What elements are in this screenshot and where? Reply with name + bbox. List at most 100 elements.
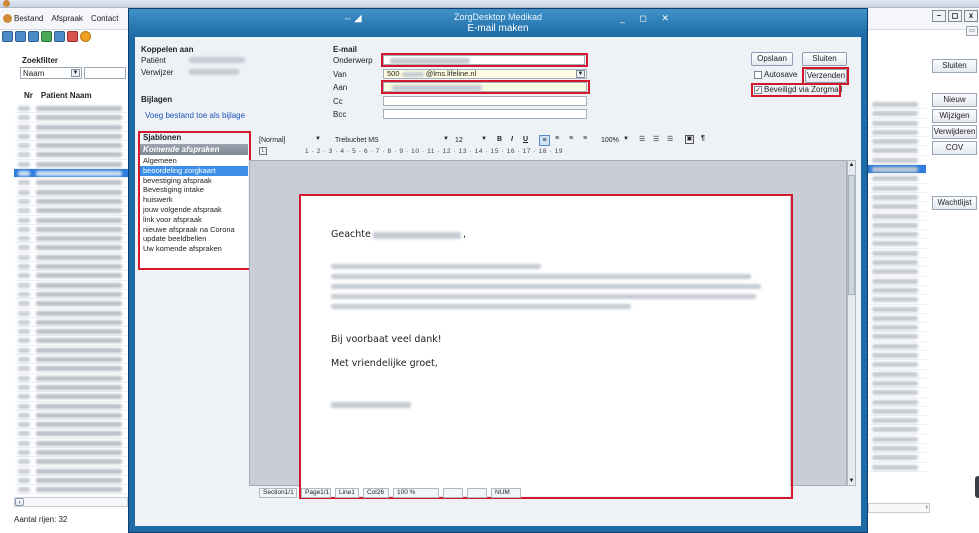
- table-row[interactable]: [14, 290, 128, 300]
- wachtlijst-button[interactable]: Wachtlijst: [932, 196, 977, 210]
- list-item[interactable]: [868, 109, 926, 119]
- restore-icon[interactable]: ▭: [966, 26, 978, 36]
- opslaan-button[interactable]: Opslaan: [751, 52, 793, 66]
- table-row[interactable]: [14, 485, 128, 495]
- zoom-select[interactable]: 100%: [601, 137, 619, 144]
- table-row[interactable]: [14, 318, 128, 328]
- list-item[interactable]: [868, 277, 926, 286]
- list-item[interactable]: [868, 202, 926, 212]
- table-row[interactable]: [14, 402, 128, 411]
- font-select[interactable]: Trebuchet MS: [335, 137, 379, 144]
- table-row[interactable]: [14, 374, 128, 383]
- table-row[interactable]: [14, 216, 128, 225]
- calendar-icon[interactable]: [28, 31, 39, 42]
- patient-list-hscroll[interactable]: ‹: [14, 497, 128, 507]
- list-item[interactable]: [868, 286, 926, 296]
- bcc-field[interactable]: [383, 109, 587, 119]
- list-item[interactable]: [868, 239, 926, 249]
- table-row[interactable]: [14, 243, 128, 253]
- template-item[interactable]: nieuwe afspraak na Corona: [140, 225, 248, 235]
- table-row[interactable]: [14, 299, 128, 309]
- list-item[interactable]: [868, 305, 926, 314]
- list-item[interactable]: [868, 295, 926, 305]
- mail-icon[interactable]: [67, 31, 78, 42]
- table-row[interactable]: [14, 364, 128, 374]
- list-item[interactable]: [868, 174, 926, 184]
- template-item[interactable]: beoordeling zorgkaart: [140, 165, 248, 176]
- tab-stop-icon[interactable]: L: [259, 147, 267, 155]
- indent-icon[interactable]: ☰: [667, 135, 673, 143]
- nieuw-button[interactable]: Nieuw: [932, 93, 977, 107]
- table-row[interactable]: [14, 420, 128, 430]
- table-row[interactable]: [14, 253, 128, 263]
- list-item[interactable]: [868, 146, 926, 156]
- onderwerp-field[interactable]: [383, 55, 585, 65]
- table-row[interactable]: [14, 309, 128, 318]
- aan-field[interactable]: [383, 82, 587, 92]
- table-row[interactable]: [14, 188, 128, 197]
- bg-sluiten-button[interactable]: Sluiten: [932, 59, 977, 73]
- bold-icon[interactable]: B: [497, 136, 502, 143]
- table-row[interactable]: [14, 206, 128, 216]
- list-item[interactable]: [868, 360, 926, 370]
- table-row[interactable]: [14, 392, 128, 402]
- list-item[interactable]: [868, 221, 926, 231]
- chevron-down-icon[interactable]: ▼: [576, 70, 585, 78]
- template-item[interactable]: bevestiging afspraak: [140, 176, 248, 186]
- list-item[interactable]: [868, 332, 926, 342]
- add-attachment-link[interactable]: Voeg bestand toe als bijlage: [145, 111, 245, 120]
- list-item[interactable]: [868, 156, 926, 166]
- list-item[interactable]: [868, 100, 926, 110]
- cc-field[interactable]: [383, 96, 587, 106]
- close-button[interactable]: x: [964, 10, 978, 22]
- list-item[interactable]: [868, 137, 926, 147]
- table-row[interactable]: [14, 141, 128, 151]
- table-row[interactable]: [14, 448, 128, 458]
- paragraph-icon[interactable]: ¶: [701, 135, 705, 142]
- table-row[interactable]: [14, 271, 128, 281]
- template-item[interactable]: Algemeen: [140, 156, 248, 166]
- menu-bestand[interactable]: Bestand: [14, 14, 43, 23]
- list-item[interactable]: [868, 370, 926, 379]
- table-row[interactable]: [14, 346, 128, 356]
- dialog-window-controls[interactable]: _ ◻ ✕: [620, 13, 675, 24]
- template-item[interactable]: Uw komende afspraken: [140, 244, 248, 254]
- header-patient-name[interactable]: Patient Naam: [41, 91, 92, 100]
- table-row[interactable]: [14, 160, 128, 170]
- zoom-chevron-icon[interactable]: ▼: [623, 136, 629, 142]
- table-row[interactable]: [14, 197, 128, 207]
- justify-icon[interactable]: ≡: [583, 135, 587, 142]
- table-row[interactable]: [14, 355, 128, 365]
- minimize-button[interactable]: –: [932, 10, 946, 22]
- list-item[interactable]: [868, 342, 926, 352]
- menu-contact[interactable]: Contact: [91, 14, 119, 23]
- table-row[interactable]: [14, 262, 128, 272]
- list-item[interactable]: [868, 407, 926, 417]
- document-page[interactable]: Geachte , Bij voorbaat veel dank! Met vr…: [301, 196, 790, 496]
- list-item[interactable]: [868, 249, 926, 259]
- list-item[interactable]: [868, 258, 926, 268]
- side-tab[interactable]: [975, 476, 979, 498]
- template-item[interactable]: jouw volgende afspraak: [140, 205, 248, 215]
- wijzigen-button[interactable]: Wijzigen: [932, 109, 977, 123]
- filter-select[interactable]: Naam ▼: [20, 67, 82, 79]
- template-item[interactable]: Bevestiging intake: [140, 185, 248, 195]
- list-item[interactable]: [868, 193, 926, 203]
- sluiten-button[interactable]: Sluiten: [802, 52, 847, 66]
- table-row[interactable]: [14, 281, 128, 290]
- list-item[interactable]: [868, 184, 926, 193]
- list-item[interactable]: [868, 230, 926, 240]
- list-item[interactable]: [868, 398, 926, 407]
- table-row[interactable]: [14, 439, 128, 448]
- maximize-button[interactable]: ◻: [948, 10, 962, 22]
- size-select[interactable]: 12: [455, 137, 463, 144]
- italic-icon[interactable]: I: [511, 136, 513, 143]
- bullet-list-icon[interactable]: ☰: [653, 135, 659, 143]
- list-item[interactable]: [868, 435, 926, 444]
- insert-image-icon[interactable]: ▣: [685, 135, 694, 144]
- header-nr[interactable]: Nr: [24, 91, 33, 100]
- align-center-icon[interactable]: ≡: [555, 135, 559, 142]
- autosave-checkbox[interactable]: [754, 71, 762, 79]
- menu-afspraak[interactable]: Afspraak: [51, 14, 83, 23]
- template-item[interactable]: link voor afspraak: [140, 215, 248, 225]
